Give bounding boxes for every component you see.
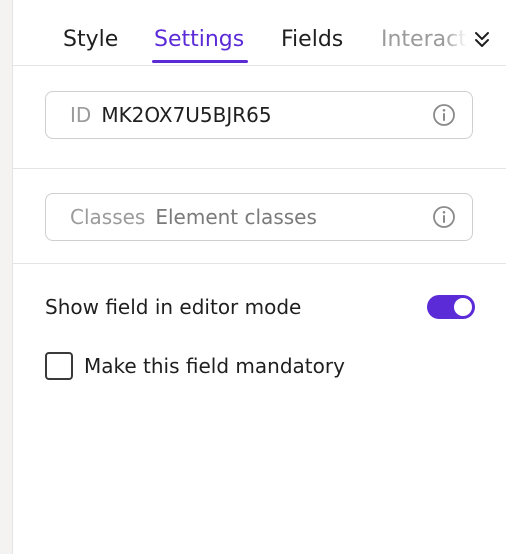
settings-panel: Style Settings Fields Interactions ID MK…: [12, 0, 506, 554]
options-section: Show field in editor mode Make this fiel…: [13, 264, 506, 464]
more-tabs-button[interactable]: [471, 29, 493, 51]
id-field-value: MK2OX7U5BJR65: [101, 103, 272, 127]
mandatory-checkbox[interactable]: [45, 352, 73, 380]
info-icon[interactable]: [432, 103, 456, 127]
tab-bar: Style Settings Fields Interactions: [13, 0, 506, 66]
chevron-double-down-icon: [475, 32, 489, 47]
classes-input[interactable]: Element classes: [155, 205, 432, 229]
mandatory-row: Make this field mandatory: [45, 349, 345, 383]
tab-settings[interactable]: Settings: [154, 26, 244, 54]
toggle-knob: [454, 298, 472, 316]
show-in-editor-label: Show field in editor mode: [45, 295, 302, 319]
classes-field-label: Classes: [70, 205, 146, 229]
tab-style[interactable]: Style: [63, 26, 118, 54]
tab-interactions[interactable]: Interactions: [381, 26, 467, 54]
show-in-editor-toggle[interactable]: [427, 295, 475, 319]
active-tab-indicator: [152, 60, 248, 63]
info-icon[interactable]: [432, 205, 456, 229]
mandatory-label[interactable]: Make this field mandatory: [84, 354, 345, 378]
id-section: ID MK2OX7U5BJR65: [13, 66, 506, 169]
classes-field[interactable]: Classes Element classes: [45, 193, 473, 241]
show-in-editor-row: Show field in editor mode: [45, 292, 475, 322]
tab-fields[interactable]: Fields: [281, 26, 343, 54]
classes-section: Classes Element classes: [13, 169, 506, 264]
id-field[interactable]: ID MK2OX7U5BJR65: [45, 91, 473, 139]
id-field-label: ID: [70, 103, 92, 127]
